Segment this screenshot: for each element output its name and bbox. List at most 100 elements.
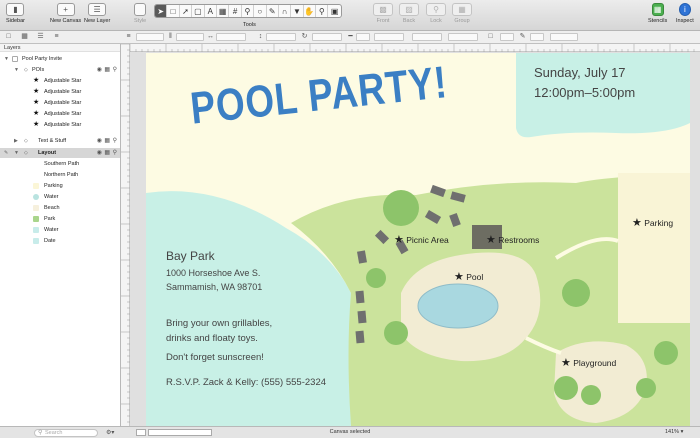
height-icon[interactable]: ↕	[256, 33, 265, 41]
align-h-icon[interactable]: ‖	[166, 33, 175, 41]
info-icon: i	[678, 3, 691, 16]
fill-field[interactable]	[412, 33, 442, 41]
back-button[interactable]: ▨ Back	[399, 3, 419, 24]
canvas-view-icon[interactable]: □	[4, 33, 13, 41]
address-line-2[interactable]: Sammamish, WA 98701	[166, 282, 262, 292]
align-icon[interactable]: ≡	[124, 33, 133, 41]
pointer-tool-icon[interactable]: ➤	[155, 5, 168, 17]
lock-icon[interactable]: ⚲	[113, 148, 117, 158]
list-item[interactable]: Park	[0, 214, 120, 224]
disclosure-open-icon[interactable]: ▼	[14, 65, 19, 75]
list-item[interactable]: ★ Adjustable Star	[0, 87, 120, 97]
layer-row-text-stuff[interactable]: ▶ ◇ Text & Stuff ◉ ▦ ⚲	[0, 136, 120, 146]
font-icon[interactable]: ✎	[518, 33, 527, 41]
poi-restrooms[interactable]: ★ Restrooms	[486, 233, 539, 246]
eye-icon[interactable]: ◉	[97, 148, 102, 158]
poi-picnic[interactable]: ★ Picnic Area	[394, 233, 449, 246]
rotate-icon[interactable]: ↻	[300, 33, 309, 41]
print-icon[interactable]: ▦	[104, 148, 110, 158]
list-item[interactable]: ★ Adjustable Star	[0, 120, 120, 130]
poi-parking[interactable]: ★ Parking	[632, 216, 673, 229]
line-tool-icon[interactable]: ➚	[180, 5, 193, 17]
bring-line-1[interactable]: Bring your own grillables,	[166, 318, 272, 329]
front-button[interactable]: ▩ Front	[373, 3, 393, 24]
font-size-field[interactable]	[530, 33, 544, 41]
layer-row-layout[interactable]: ✎ ▼ ◇ Layout ◉ ▦ ⚲	[0, 148, 120, 158]
width-icon[interactable]: ↔	[206, 33, 215, 41]
poi-pool[interactable]: ★ Pool	[454, 270, 483, 283]
x-field[interactable]	[136, 33, 164, 41]
inspect-button[interactable]: i Inspect	[676, 3, 694, 24]
lock-button[interactable]: ⚲ Lock	[426, 3, 446, 24]
rubber-stamp-tool-icon[interactable]: ▼	[291, 5, 304, 17]
magnet-tool-icon[interactable]: ∩	[279, 5, 292, 17]
zoom-tool-icon[interactable]: ⚲	[316, 5, 329, 17]
horizontal-ruler[interactable]	[129, 44, 700, 52]
shadow-icon[interactable]: □	[486, 33, 495, 41]
outline-view-icon[interactable]: ≡	[52, 33, 61, 41]
event-time[interactable]: 12:00pm–5:00pm	[534, 85, 635, 100]
list-item[interactable]: Date	[0, 236, 120, 246]
canvas-row[interactable]: ▼ Pool Party Invite	[0, 54, 120, 64]
sunscreen-note[interactable]: Don't forget sunscreen!	[166, 352, 264, 363]
address-line-1[interactable]: 1000 Horseshoe Ave S.	[166, 268, 260, 278]
rsvp-line[interactable]: R.S.V.P. Zack & Kelly: (555) 555-2324	[166, 377, 326, 388]
star-icon: ★	[33, 121, 40, 128]
zoom-control[interactable]: 141% ▾	[665, 429, 683, 435]
list-item[interactable]: ★ Adjustable Star	[0, 98, 120, 108]
rectangle-tool-icon[interactable]: ▢	[192, 5, 205, 17]
grid-tool-icon[interactable]: #	[229, 5, 242, 17]
poi-playground[interactable]: ★ Playground	[561, 356, 616, 369]
shape-tool-icon[interactable]: ○	[254, 5, 267, 17]
canvas-page[interactable]: POOL PARTY! Sunday, July 17 12:00pm–5:00…	[146, 53, 690, 426]
canvas-area[interactable]: POOL PARTY! Sunday, July 17 12:00pm–5:00…	[130, 52, 700, 426]
style-button[interactable]: Style	[134, 3, 146, 24]
stroke-icon[interactable]: ━	[346, 33, 355, 41]
new-layer-button[interactable]: ☰ New Layer	[84, 3, 110, 24]
list-item[interactable]: Northern Path	[0, 170, 120, 180]
lock-icon[interactable]: ⚲	[113, 65, 117, 75]
list-item[interactable]: Water	[0, 192, 120, 202]
pen-tool-icon[interactable]: ✎	[267, 5, 279, 17]
text-tool-icon[interactable]: A	[205, 5, 217, 17]
text-color-field[interactable]	[550, 33, 578, 41]
disclosure-closed-icon[interactable]: ▶	[14, 136, 18, 146]
y-field[interactable]	[176, 33, 204, 41]
layer-view-icon[interactable]: ▦	[20, 33, 29, 41]
height-field[interactable]	[266, 33, 296, 41]
list-item[interactable]: ★ Adjustable Star	[0, 109, 120, 119]
canvas-tool-icon[interactable]: ▣	[328, 5, 340, 17]
shadow-field[interactable]	[448, 33, 478, 41]
eye-icon[interactable]: ◉	[97, 136, 102, 146]
group-button[interactable]: ▦ Group	[452, 3, 472, 24]
list-item[interactable]: ★ Adjustable Star	[0, 76, 120, 86]
event-date[interactable]: Sunday, July 17	[534, 65, 626, 80]
vertical-ruler[interactable]	[121, 43, 130, 426]
hand-tool-icon[interactable]: ✋	[304, 5, 317, 17]
disclosure-open-icon[interactable]: ▼	[4, 54, 9, 64]
eye-icon[interactable]: ◉	[97, 65, 102, 75]
width-field[interactable]	[216, 33, 246, 41]
disclosure-open-icon[interactable]: ▼	[14, 148, 19, 158]
sidebar-button[interactable]: ▮ Sidebar	[6, 3, 25, 24]
rotation-field[interactable]	[312, 33, 342, 41]
selection-tool-icon[interactable]: □	[167, 5, 180, 17]
stencils-button[interactable]: ▦ Stencils	[648, 3, 667, 24]
bring-line-2[interactable]: drinks and floaty toys.	[166, 333, 258, 344]
lock-icon[interactable]: ⚲	[113, 136, 117, 146]
shadow-color-field[interactable]	[500, 33, 514, 41]
stroke-field[interactable]	[356, 33, 370, 41]
print-icon[interactable]: ▦	[104, 136, 110, 146]
venue-name[interactable]: Bay Park	[166, 249, 215, 263]
list-item[interactable]: Southern Path	[0, 159, 120, 169]
print-icon[interactable]: ▦	[104, 65, 110, 75]
list-item[interactable]: Parking	[0, 181, 120, 191]
list-item[interactable]: Beach	[0, 203, 120, 213]
new-canvas-button[interactable]: + New Canvas	[50, 3, 81, 24]
list-item[interactable]: Water	[0, 225, 120, 235]
table-tool-icon[interactable]: ▦	[217, 5, 230, 17]
layer-row-pois[interactable]: ▼ ◇ POIs ◉ ▦ ⚲	[0, 65, 120, 75]
list-view-icon[interactable]: ☰	[36, 33, 45, 41]
line-style-field[interactable]	[374, 33, 404, 41]
diagram-tool-icon[interactable]: ⚲	[242, 5, 255, 17]
